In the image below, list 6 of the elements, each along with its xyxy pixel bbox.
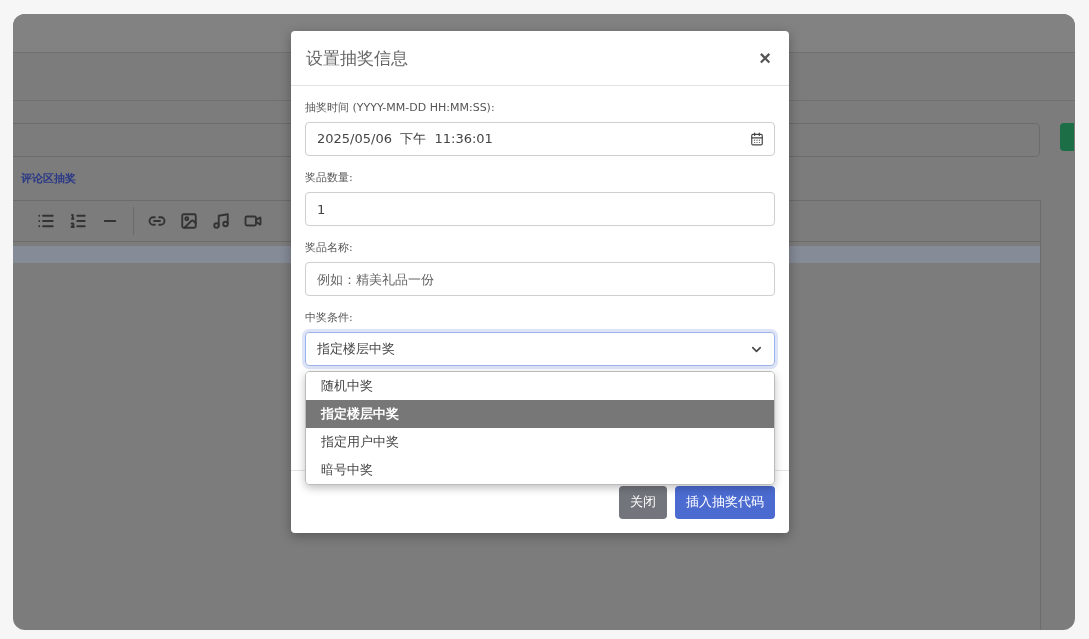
modal-title: 设置抽奖信息 (306, 46, 408, 70)
field-label: 奖品名称: (305, 240, 354, 256)
field-label: 中奖条件: (305, 310, 354, 326)
select-value: 指定楼层中奖 (317, 340, 395, 358)
field-label: 奖品数量: (305, 170, 354, 186)
field-label: 抽奖时间 (YYYY-MM-DD HH:MM:SS): (305, 100, 496, 116)
